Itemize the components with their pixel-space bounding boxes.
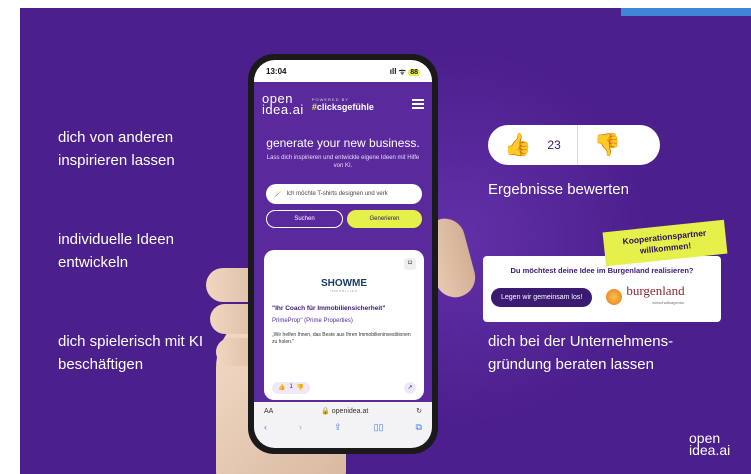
thumbs-down-icon[interactable]: 👎 [297,384,304,392]
signal-icon: ıll ᯤ [389,66,406,76]
thumbs-up-icon[interactable]: 👍 [504,132,531,158]
lock-icon: 🔒 [321,408,330,415]
status-bar: 13:04 ıll ᯤ 88 [254,60,432,82]
feature-consult: dich bei der Unternehmens-gründung berat… [488,333,674,373]
open-arrow-icon[interactable]: ↗ [404,382,416,394]
bookmarks-icon[interactable]: ▯▯ [374,422,384,433]
tabs-icon[interactable]: ⧉ [416,422,422,433]
reload-icon[interactable]: ↻ [416,407,422,415]
app-headline: generate your new business. [266,136,420,150]
magic-wand-icon: 🪄 [274,191,282,198]
generate-button[interactable]: Generieren [347,210,422,228]
thumbs-down-icon[interactable]: 👎 [594,132,621,158]
bookmark-icon[interactable]: ⌑ [404,258,416,270]
action-buttons: Suchen Generieren [266,210,422,228]
back-icon[interactable]: ‹ [264,422,267,433]
thumbs-up-icon[interactable]: 👍 [278,384,285,392]
card-footer: 👍 1 👎 ↗ [272,382,416,394]
vote-count: 23 [547,138,561,152]
sun-icon [606,289,623,305]
share-icon[interactable]: ⇪ [334,422,342,433]
phone-mockup: 13:04 ıll ᯤ 88 open idea.ai POWERED BY #… [248,54,438,454]
vote-divider [576,125,578,165]
rating-widget: 👍 23 👎 [488,125,660,165]
promo-banner: dich von anderen inspirieren lassen indi… [20,8,751,474]
address-bar[interactable]: 🔒 openidea.at [321,407,368,415]
burgenland-logo: burgenland wirtschaftsagentur [606,284,685,309]
openidea-logo[interactable]: open idea.ai [262,92,304,116]
browser-bar: AA 🔒 openidea.at ↻ ‹ › ⇪ ▯▯ ⧉ [254,402,432,448]
cooperation-card: Du möchtest deine Idee im Burgenland rea… [483,256,721,322]
idea-card[interactable]: ⌑ SHOWME IMMOBILIEN "Ihr Coach für Immob… [264,250,424,400]
app-subtitle: Lass dich inspirieren und entwickle eige… [266,155,420,169]
card-company: PrimeProp" (Prime Properties) [272,318,353,324]
search-button[interactable]: Suchen [266,210,343,228]
forward-icon[interactable]: › [299,422,302,433]
card-vote-count: 1 [289,384,293,390]
get-started-button[interactable]: Legen wir gemeinsam los! [491,287,593,307]
card-vote: 👍 1 👎 [272,382,311,394]
feature-inspire: dich von anderen inspirieren lassen [58,129,175,169]
card-company-logo: SHOWME IMMOBILIEN [320,278,368,293]
card-description: „Wir helfen Ihnen, das Beste aus Ihren I… [272,332,411,345]
feature-ai-play: dich spielerisch mit KI beschäftigen [58,333,204,373]
phone-screen: 13:04 ıll ᯤ 88 open idea.ai POWERED BY #… [254,60,432,448]
app-header: open idea.ai POWERED BY #clicksgefühle [254,82,432,126]
status-icons: ıll ᯤ 88 [390,66,420,77]
text-size-button[interactable]: AA [264,408,273,415]
status-time: 13:04 [266,66,287,76]
menu-icon[interactable] [412,99,424,109]
feature-develop: individuelle Ideen entwickeln [58,231,174,271]
idea-prompt-input[interactable]: 🪄 Ich möchte T-shirts designen und verk [266,184,422,204]
cooperation-question: Du möchtest deine Idee im Burgenland rea… [510,266,694,275]
battery-icon: 88 [408,68,420,76]
feature-rate: Ergebnisse bewerten [488,181,629,198]
browser-nav: ‹ › ⇪ ▯▯ ⧉ [254,415,432,433]
url-row: AA 🔒 openidea.at ↻ [254,402,432,416]
powered-by: POWERED BY #clicksgefühle [311,96,374,112]
card-title: "Ihr Coach für Immobiliensicherheit" [272,305,386,312]
corner-tab [621,8,751,16]
openidea-corner-logo: open idea.ai [689,430,731,458]
